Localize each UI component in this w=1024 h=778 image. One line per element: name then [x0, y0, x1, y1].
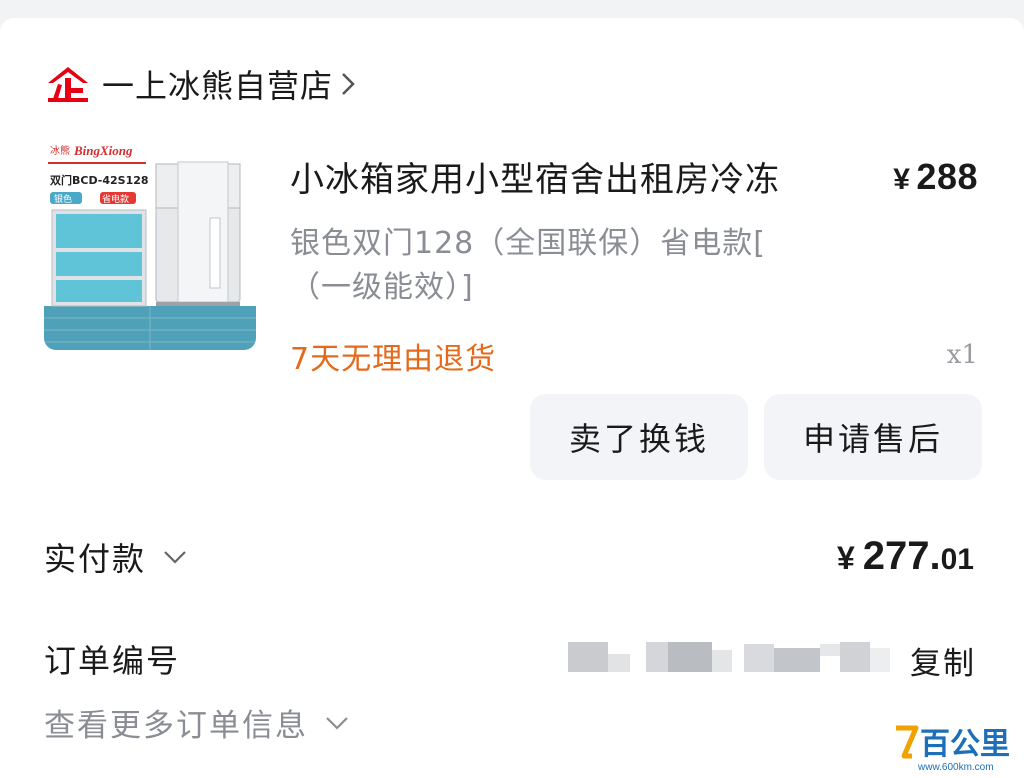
chevron-right-icon [342, 73, 355, 95]
apply-after-sale-button[interactable]: 申请售后 [764, 394, 982, 480]
paid-currency: ¥ [836, 540, 855, 576]
return-policy-badge: 7天无理由退货 [290, 342, 497, 377]
paid-amount-toggle[interactable]: 实付款 [44, 534, 188, 580]
paid-main: 277. [862, 534, 941, 578]
thumb-energy-tag: 省电款 [102, 193, 129, 205]
product-spec: 银色双门128（全国联保）省电款[ （一级能效）] [290, 222, 830, 310]
price-currency: ¥ [893, 163, 911, 196]
paid-amount-value: ¥277.01 [837, 534, 974, 579]
watermark-text: 百公里 [920, 727, 1010, 762]
chevron-down-icon [326, 716, 348, 730]
thumb-color-tag: 银色 [54, 193, 72, 205]
spec-line-2: （一级能效）] [290, 270, 474, 305]
paid-amount-label: 实付款 [44, 540, 147, 578]
shop-name[interactable]: 一上冰熊自营店 [102, 61, 333, 107]
paid-cents: 01 [940, 543, 974, 576]
order-number-redacted [568, 642, 890, 672]
thumb-brand-en: BingXiong [73, 143, 133, 158]
more-order-info-label: 查看更多订单信息 [44, 708, 308, 744]
shop-header[interactable]: 一上冰熊自营店 [44, 62, 357, 106]
price-value: 288 [916, 156, 978, 197]
watermark-url: www.600km.com [917, 762, 994, 773]
more-order-info-toggle[interactable]: 查看更多订单信息 [44, 700, 350, 745]
thumb-model: 双门BCD-42S128 [50, 173, 149, 187]
quantity-label: x1 [946, 340, 978, 370]
product-title[interactable]: 小冰箱家用小型宿舍出租房冷冻 [290, 152, 780, 201]
copy-order-number-button[interactable]: 复制 [910, 638, 976, 683]
spec-line-1: 银色双门128（全国联保）省电款[ [290, 226, 766, 261]
sell-for-cash-button[interactable]: 卖了换钱 [530, 394, 748, 480]
chevron-down-icon [164, 551, 186, 564]
watermark-logo: 百公里 www.600km.com [896, 725, 1010, 773]
thumb-brand-cn: 冰熊 [50, 144, 70, 157]
product-thumbnail[interactable]: 冰熊 BingXiong 双门BCD-42S128 银色 省电款 [44, 138, 256, 350]
order-number-label: 订单编号 [44, 642, 181, 680]
enterprise-logo-icon [48, 67, 88, 102]
product-price: ¥288 [893, 156, 978, 198]
